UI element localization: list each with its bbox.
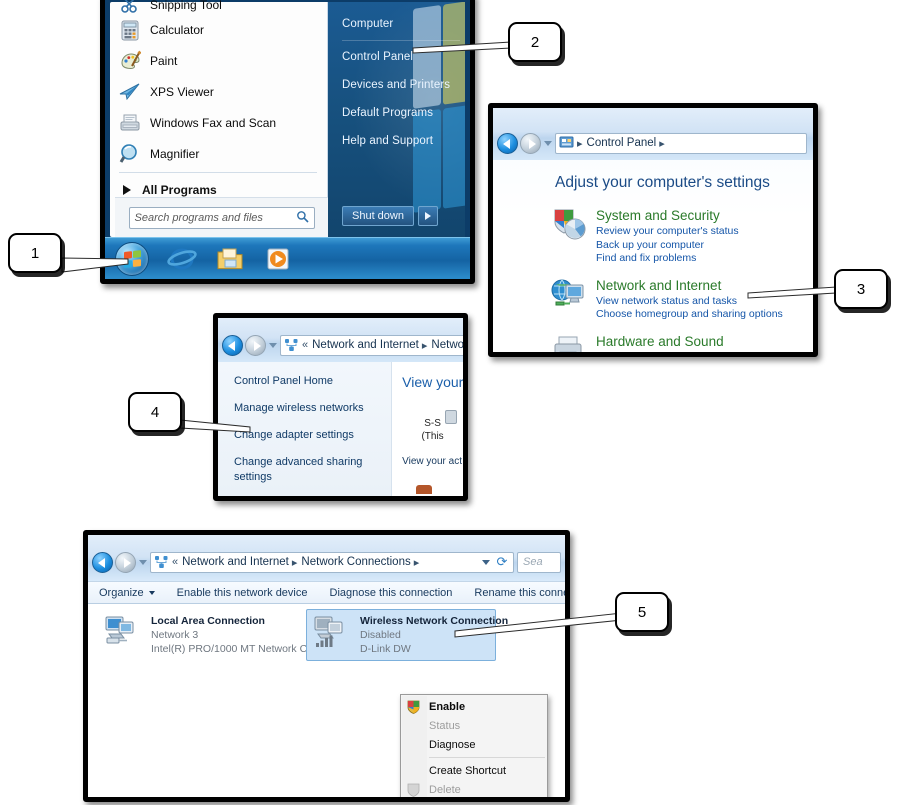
callout-label: 5 (637, 603, 647, 621)
callout-badge-3: 3 (834, 269, 888, 309)
callout-badge-5: 5 (615, 592, 669, 632)
callout-label: 3 (856, 280, 866, 298)
callout-badge-2: 2 (508, 22, 562, 62)
callout-label: 4 (150, 403, 160, 421)
callout-label: 1 (30, 244, 40, 262)
screenshot-root: Snipping Tool Calculator Paint XPS Viewe… (0, 0, 902, 805)
callout-badge-4: 4 (128, 392, 182, 432)
callout-label: 2 (530, 33, 540, 51)
callout-badge-1: 1 (8, 233, 62, 273)
